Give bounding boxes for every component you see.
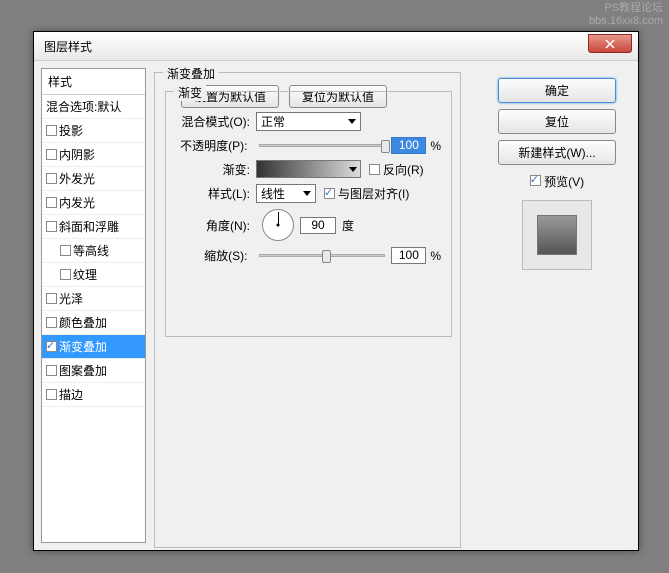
angle-label: 角度(N): [168,217,256,234]
close-button[interactable] [588,34,632,53]
gradient-label: 渐变: [168,161,256,178]
sidebar-header: 样式 [42,69,145,95]
layer-style-dialog: 图层样式 样式 混合选项:默认 投影 内阴影 外发光 内发光 斜面和浮雕 等高线… [33,31,639,551]
sidebar-item-label: 渐变叠加 [59,338,107,355]
align-label: 与图层对齐(I) [338,185,409,202]
slider-thumb-icon[interactable] [322,250,331,263]
checkbox-icon[interactable] [46,365,57,376]
opacity-unit: % [430,139,441,153]
opacity-input[interactable]: 100 [391,137,426,154]
sidebar-item-inner-glow[interactable]: 内发光 [42,191,145,215]
checkbox-icon[interactable] [46,149,57,160]
slider-thumb-icon[interactable] [381,140,390,153]
right-column: 确定 复位 新建样式(W)... 预览(V) [483,68,631,543]
checkbox-icon[interactable] [46,389,57,400]
blend-mode-value: 正常 [261,113,285,130]
sidebar-item-label: 描边 [59,386,83,403]
sidebar-item-label: 投影 [59,122,83,139]
sidebar-item-label: 纹理 [73,266,97,283]
gradient-picker[interactable] [256,160,361,178]
titlebar: 图层样式 [34,32,638,61]
ok-button[interactable]: 确定 [498,78,616,103]
reverse-checkbox[interactable] [369,164,380,175]
checkbox-icon[interactable] [46,317,57,328]
preview-label: 预览(V) [544,175,584,189]
sidebar-item-outer-glow[interactable]: 外发光 [42,167,145,191]
checkbox-icon[interactable] [46,125,57,136]
angle-unit: 度 [342,217,354,234]
checkbox-icon[interactable] [46,197,57,208]
opacity-slider[interactable] [259,144,385,147]
sidebar-item-label: 颜色叠加 [59,314,107,331]
checkbox-icon[interactable] [60,245,71,256]
sidebar-item-color-overlay[interactable]: 颜色叠加 [42,311,145,335]
opacity-label: 不透明度(P): [168,137,253,154]
preview-inner-icon [537,215,577,255]
scale-slider[interactable] [259,254,385,257]
style-value: 线性 [261,185,285,202]
sidebar-item-satin[interactable]: 光泽 [42,287,145,311]
preview-swatch [522,200,592,270]
styles-sidebar: 样式 混合选项:默认 投影 内阴影 外发光 内发光 斜面和浮雕 等高线 纹理 光… [41,68,146,543]
checkbox-icon[interactable] [46,173,57,184]
fieldset-legend: 渐变叠加 [163,65,219,82]
sidebar-item-pattern-overlay[interactable]: 图案叠加 [42,359,145,383]
angle-dial[interactable] [262,209,294,241]
watermark-2: bbs.16xx8.com [589,15,663,28]
scale-unit: % [430,249,441,263]
dialog-title: 图层样式 [44,38,92,55]
close-icon [605,39,615,49]
preview-checkbox[interactable] [530,175,541,186]
style-dropdown[interactable]: 线性 [256,184,316,203]
angle-input[interactable]: 90 [300,217,336,234]
sidebar-item-label: 光泽 [59,290,83,307]
main-panel: 渐变叠加 渐变 混合模式(O): 正常 不透明度(P): 100 % [154,68,475,543]
sidebar-item-label: 混合选项:默认 [46,98,121,115]
sidebar-item-drop-shadow[interactable]: 投影 [42,119,145,143]
sidebar-item-label: 图案叠加 [59,362,107,379]
checkbox-icon[interactable] [60,269,71,280]
sidebar-item-texture[interactable]: 纹理 [42,263,145,287]
style-label: 样式(L): [168,185,256,202]
scale-input[interactable]: 100 [391,247,426,264]
angle-dot-icon [277,224,280,227]
sidebar-item-inner-shadow[interactable]: 内阴影 [42,143,145,167]
watermark-1: PS教程论坛 [589,2,663,15]
gradient-overlay-fieldset: 渐变叠加 渐变 混合模式(O): 正常 不透明度(P): 100 % [154,72,461,548]
sidebar-item-label: 等高线 [73,242,109,259]
sidebar-item-label: 外发光 [59,170,95,187]
sidebar-item-label: 内阴影 [59,146,95,163]
align-checkbox[interactable] [324,188,335,199]
sidebar-item-bevel[interactable]: 斜面和浮雕 [42,215,145,239]
cancel-button[interactable]: 复位 [498,109,616,134]
sidebar-item-blend-options[interactable]: 混合选项:默认 [42,95,145,119]
blend-mode-dropdown[interactable]: 正常 [256,112,361,131]
sidebar-item-label: 内发光 [59,194,95,211]
checkbox-icon[interactable] [46,221,57,232]
gradient-fieldset: 渐变 混合模式(O): 正常 不透明度(P): 100 % [165,91,452,337]
sidebar-item-contour[interactable]: 等高线 [42,239,145,263]
sidebar-item-gradient-overlay[interactable]: 渐变叠加 [42,335,145,359]
reverse-label: 反向(R) [383,161,424,178]
sidebar-item-stroke[interactable]: 描边 [42,383,145,407]
checkbox-icon[interactable] [46,293,57,304]
new-style-button[interactable]: 新建样式(W)... [498,140,616,165]
sidebar-item-label: 斜面和浮雕 [59,218,119,235]
fieldset-legend: 渐变 [174,84,206,101]
checkbox-icon[interactable] [46,341,57,352]
blend-mode-label: 混合模式(O): [168,113,256,130]
scale-label: 缩放(S): [168,247,253,264]
